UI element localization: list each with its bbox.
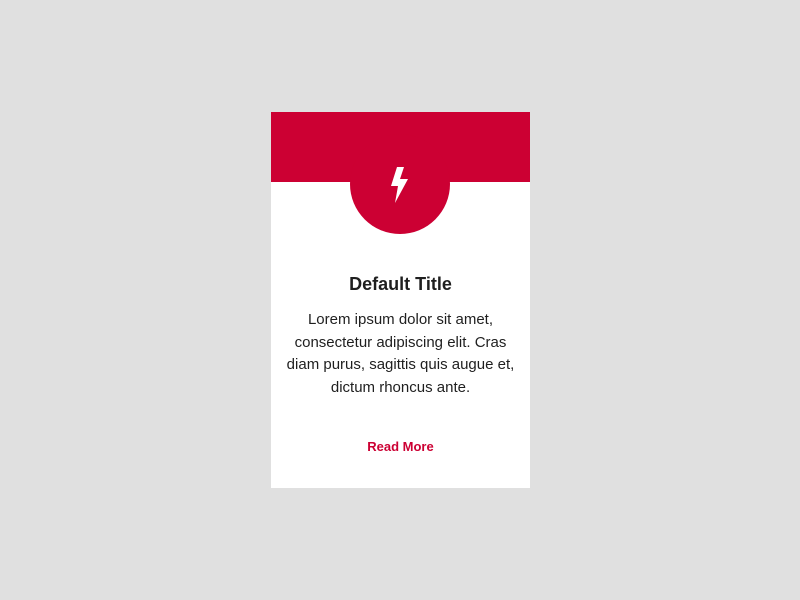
- read-more-link[interactable]: Read More: [271, 438, 530, 456]
- icon-badge: [350, 134, 450, 234]
- card-title: Default Title: [349, 274, 452, 294]
- card-description: Lorem ipsum dolor sit amet, consectetur …: [286, 311, 515, 396]
- feature-card: Default Title Lorem ipsum dolor sit amet…: [271, 112, 530, 488]
